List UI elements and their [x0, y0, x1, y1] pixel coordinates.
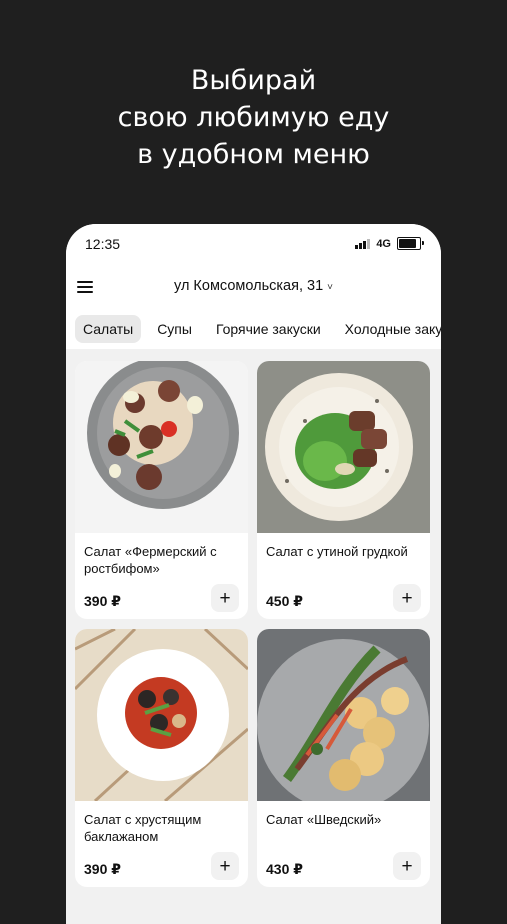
product-price: 430 ₽	[266, 861, 303, 877]
add-to-cart-button[interactable]: +	[393, 584, 421, 612]
product-price: 390 ₽	[84, 861, 121, 877]
address-text: ул Комсомольская, 31	[174, 278, 324, 294]
add-to-cart-button[interactable]: +	[393, 852, 421, 880]
product-card[interactable]: Салат с хрустящим баклажаном 390 ₽ +	[75, 629, 248, 887]
promo-line-3: в удобном меню	[137, 139, 370, 170]
signal-icon	[355, 238, 371, 249]
product-card[interactable]: Салат с утиной грудкой 450 ₽ +	[257, 361, 430, 619]
promo-line-2: свою любимую еду	[117, 102, 390, 133]
product-price: 450 ₽	[266, 593, 303, 609]
product-price: 390 ₽	[84, 593, 121, 609]
phone-screen: 12:35 4G ул Комсомольская, 31 ˅ Салаты Су…	[66, 224, 441, 924]
chevron-down-icon: ˅	[327, 282, 333, 293]
product-card[interactable]: Салат «Фермерский с ростбифом» 390 ₽ +	[75, 361, 248, 619]
promo-headline: Выбирай свою любимую еду в удобном меню	[0, 62, 507, 173]
status-time: 12:35	[85, 236, 121, 252]
address-selector[interactable]: ул Комсомольская, 31 ˅	[66, 278, 441, 294]
product-image	[75, 629, 248, 801]
tab-soups[interactable]: Супы	[149, 315, 200, 343]
battery-icon	[397, 237, 424, 250]
product-title: Салат с утиной грудкой	[266, 544, 408, 559]
app-header: 12:35 4G ул Комсомольская, 31 ˅ Салаты Су…	[66, 224, 441, 349]
product-title: Салат «Фермерский с ростбифом»	[84, 544, 217, 576]
add-to-cart-button[interactable]: +	[211, 852, 239, 880]
tab-hot-starters[interactable]: Горячие закуски	[208, 315, 329, 343]
category-tabs: Салаты Супы Горячие закуски Холодные зак…	[75, 315, 441, 343]
network-type: 4G	[376, 237, 391, 250]
promo-line-1: Выбирай	[190, 65, 317, 96]
product-image	[75, 361, 248, 533]
tab-salads[interactable]: Салаты	[75, 315, 142, 343]
product-title: Салат с хрустящим баклажаном	[84, 812, 202, 844]
product-card[interactable]: Салат «Шведский» 430 ₽ +	[257, 629, 430, 887]
product-image	[257, 361, 430, 533]
product-title: Салат «Шведский»	[266, 812, 382, 827]
product-image	[257, 629, 430, 801]
status-indicators: 4G	[355, 237, 424, 250]
add-to-cart-button[interactable]: +	[211, 584, 239, 612]
tab-cold-starters[interactable]: Холодные закуски	[337, 315, 441, 343]
